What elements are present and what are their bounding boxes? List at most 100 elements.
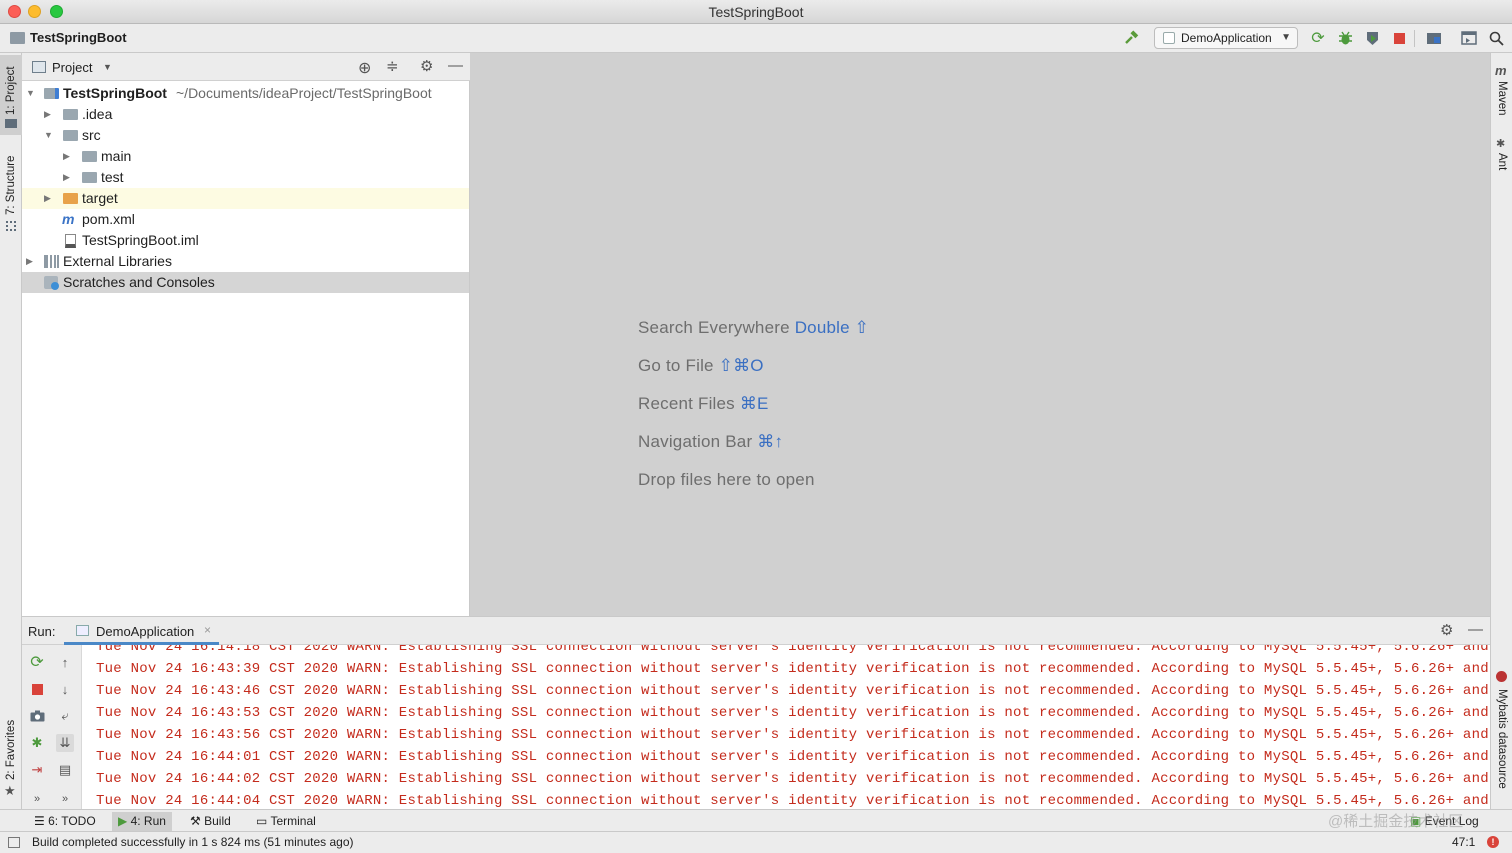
project-tool-icon	[5, 119, 17, 128]
hide-panel-icon[interactable]: —	[1468, 621, 1483, 638]
breadcrumb-project[interactable]: TestSpringBoot	[30, 30, 127, 45]
more-icon[interactable]: »	[28, 790, 46, 808]
maven-file-icon: m	[62, 211, 75, 227]
more-icon[interactable]: »	[56, 790, 74, 808]
tree-item-scratches[interactable]: Scratches and Consoles	[22, 272, 469, 293]
tool-windows-toggle-icon[interactable]	[8, 837, 20, 848]
chevron-right-icon[interactable]: ▶	[63, 146, 70, 167]
tree-item-iml[interactable]: TestSpringBoot.iml	[22, 230, 469, 251]
hide-panel-icon[interactable]: —	[448, 57, 463, 74]
tree-item-idea[interactable]: ▶ .idea	[22, 104, 469, 125]
todo-tool-tab[interactable]: ☰ 6: TODO	[28, 812, 102, 831]
chevron-right-icon[interactable]: ▶	[44, 188, 51, 209]
log-line: Tue Nov 24 16:44:04 CST 2020 WARN: Estab…	[96, 793, 1490, 809]
project-view-selector[interactable]: Project	[52, 60, 92, 75]
hint-shortcut: ⌘E	[739, 394, 769, 413]
arrow-up-icon[interactable]: ↑	[56, 653, 74, 671]
hint-text: Navigation Bar	[638, 432, 753, 451]
run-with-coverage-icon[interactable]	[1362, 29, 1382, 47]
hint-text: Go to File	[638, 356, 714, 375]
tree-item-label: test	[101, 169, 124, 185]
folder-icon	[82, 151, 97, 162]
chevron-down-icon[interactable]: ▼	[44, 125, 53, 146]
run-tab-demoapplication[interactable]: DemoApplication ×	[64, 617, 219, 645]
collapse-all-icon[interactable]: ≑	[386, 57, 399, 75]
hint-navigation-bar: Navigation Bar ⌘↑	[638, 432, 783, 452]
mybatis-datasource-tool-tab[interactable]: Mybatis datasource	[1496, 689, 1508, 789]
structure-tool-tab[interactable]: 7: Structure	[5, 156, 17, 215]
run-tool-window: Run: DemoApplication × ⚙ — ⟳ ↑ ↓ ⤶ ✱ ⇊ ⇥…	[22, 616, 1490, 810]
chevron-right-icon[interactable]: ▶	[26, 251, 33, 272]
window-title: TestSpringBoot	[708, 4, 804, 20]
debug-icon[interactable]	[1335, 29, 1355, 47]
debug-icon[interactable]: ✱	[28, 734, 46, 752]
folder-icon	[63, 130, 78, 141]
chevron-right-icon[interactable]: ▶	[63, 167, 70, 188]
log-line: Tue Nov 24 16:43:56 CST 2020 WARN: Estab…	[96, 727, 1490, 743]
camera-icon[interactable]	[28, 707, 46, 725]
search-icon[interactable]	[1486, 29, 1506, 47]
hint-drop-files: Drop files here to open	[638, 470, 815, 490]
caret-position[interactable]: 47:1	[1452, 835, 1475, 849]
libraries-icon	[44, 255, 59, 268]
arrow-down-icon[interactable]: ↓	[56, 680, 74, 698]
project-tool-window: Project ▼ ⊕ ≑ ⚙ — ▼ TestSpringBoot ~/Doc…	[22, 53, 470, 616]
tree-item-main[interactable]: ▶ main	[22, 146, 469, 167]
tab-label: Terminal	[270, 814, 316, 828]
locate-file-icon[interactable]: ⊕	[358, 58, 371, 78]
scroll-to-end-icon[interactable]: ⇊	[56, 734, 74, 752]
favorites-tool-tab[interactable]: 2: Favorites	[5, 720, 17, 780]
error-indicator-icon[interactable]: !	[1487, 836, 1499, 848]
chevron-right-icon[interactable]: ▶	[44, 104, 51, 125]
hint-search-everywhere: Search Everywhere Double ⇧	[638, 318, 869, 338]
spring-boot-icon	[1163, 32, 1175, 44]
presentation-mode-icon[interactable]	[1459, 29, 1479, 47]
stop-icon[interactable]	[28, 680, 46, 698]
editor-empty-area[interactable]: Search Everywhere Double ⇧ Go to File ⇧⌘…	[470, 53, 1490, 616]
tree-item-src[interactable]: ▼ src	[22, 125, 469, 146]
run-configuration-select[interactable]: DemoApplication ▼	[1154, 27, 1298, 49]
watermark: @稀土掘金技术社区	[1328, 813, 1464, 830]
maven-icon: m	[1495, 63, 1507, 78]
project-tool-tab-label[interactable]: 1: Project	[5, 66, 17, 115]
terminal-tool-tab[interactable]: ▭ Terminal	[250, 812, 322, 831]
tree-item-testspringboot[interactable]: ▼ TestSpringBoot ~/Documents/ideaProject…	[22, 83, 469, 104]
chevron-down-icon[interactable]: ▼	[26, 83, 35, 104]
chevron-down-icon[interactable]: ▼	[103, 62, 112, 72]
gear-icon[interactable]: ⚙	[1440, 621, 1453, 639]
run-label: Run:	[28, 624, 56, 639]
left-tool-window-strip: 1: Project 7: Structure 2: Favorites ★	[0, 53, 22, 831]
maven-tool-tab[interactable]: Maven	[1496, 81, 1508, 116]
hint-shortcut: Double ⇧	[794, 318, 870, 337]
hint-go-to-file: Go to File ⇧⌘O	[638, 356, 764, 376]
gear-icon[interactable]: ⚙	[420, 57, 433, 75]
rerun-icon[interactable]: ⟳	[1308, 29, 1328, 47]
tree-item-pom[interactable]: m pom.xml	[22, 209, 469, 230]
print-icon[interactable]: ▤	[56, 761, 74, 779]
soft-wrap-icon[interactable]: ⤶	[56, 707, 74, 725]
tree-item-test[interactable]: ▶ test	[22, 167, 469, 188]
ant-tool-tab[interactable]: Ant	[1496, 153, 1508, 170]
tree-item-label: Scratches and Consoles	[63, 274, 215, 290]
stop-icon[interactable]	[1389, 29, 1409, 47]
chevron-down-icon: ▼	[1281, 32, 1291, 43]
run-icon: ▶	[118, 814, 128, 828]
exit-icon[interactable]: ⇥	[28, 761, 46, 779]
tab-label: 4: Run	[130, 814, 166, 828]
status-bar: Build completed successfully in 1 s 824 …	[0, 831, 1512, 853]
terminal-icon: ▭	[256, 814, 268, 828]
star-icon: ★	[4, 783, 16, 798]
toolbar-divider	[1414, 30, 1415, 47]
run-tool-tab[interactable]: ▶ 4: Run	[112, 812, 172, 831]
console-output[interactable]: Tue Nov 24 16:14:18 CST 2020 WARN: Estab…	[82, 645, 1490, 810]
rerun-icon[interactable]: ⟳	[28, 653, 46, 671]
clock-badge-icon	[51, 282, 59, 290]
tree-item-external-libraries[interactable]: ▶ External Libraries	[22, 251, 469, 272]
ant-icon: ✱	[1496, 138, 1506, 150]
build-tool-tab[interactable]: ⚒ Build	[184, 812, 237, 831]
tree-item-target[interactable]: ▶ target	[22, 188, 469, 209]
close-tab-icon[interactable]: ×	[204, 623, 211, 637]
status-message[interactable]: Build completed successfully in 1 s 824 …	[32, 835, 354, 849]
project-structure-icon[interactable]	[1424, 29, 1444, 47]
build-hammer-icon[interactable]	[1122, 29, 1142, 47]
